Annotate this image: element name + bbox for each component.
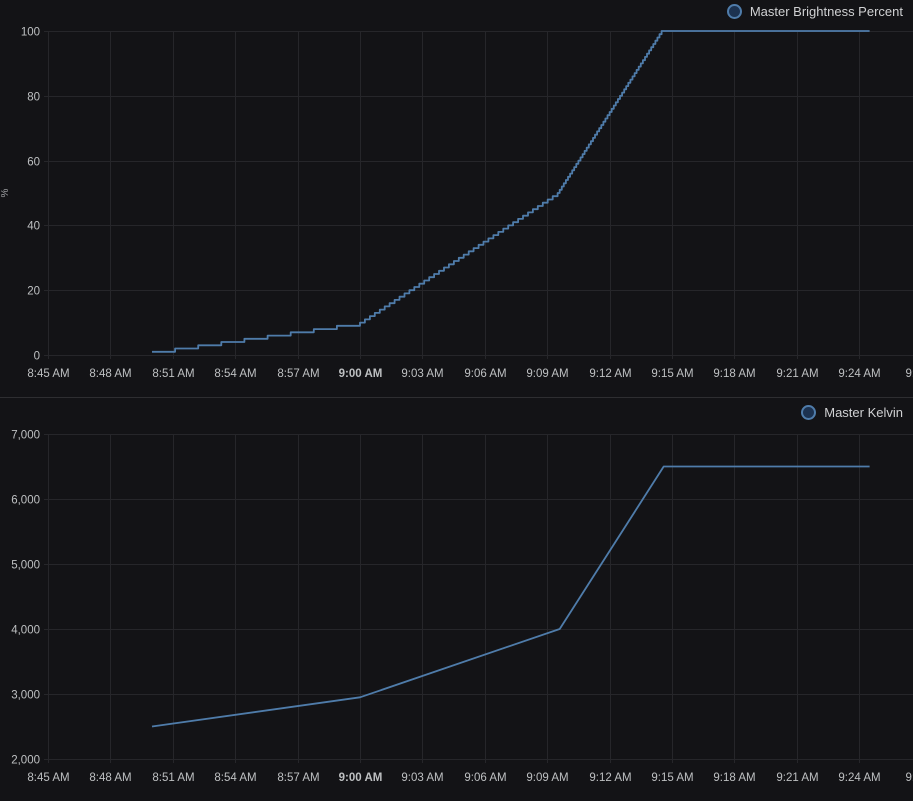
x-tick-label: 9:12 AM	[589, 368, 631, 380]
x-tick-label: 8:48 AM	[89, 368, 131, 380]
y-tick-label: 40	[27, 221, 40, 233]
x-tick-label: 9:00 AM	[339, 368, 383, 380]
x-tick-label: 9:21 AM	[776, 772, 818, 784]
x-tick-label: 9:09 AM	[526, 368, 568, 380]
y-tick-label: 4,000	[11, 625, 40, 637]
x-tick-label: 9:06 AM	[464, 772, 506, 784]
x-tick-label: 9:18 AM	[713, 368, 755, 380]
x-tick-label: 9:21 AM	[776, 368, 818, 380]
tick-labels: 2,000 3,000 4,000 5,000 6,000 7,000 8:45 AM 8:4…	[11, 430, 913, 785]
series-line	[152, 31, 870, 352]
kelvin-chart-section: Master Kelvin 2,000 3,000 4,000 5,000 6,000 7…	[0, 398, 913, 801]
y-tick-label: 6,000	[11, 495, 40, 507]
brightness-legend[interactable]: Master Brightness Percent	[0, 0, 913, 22]
x-tick-label: 9:09 AM	[526, 772, 568, 784]
x-tick-label: 8:45 AM	[27, 772, 69, 784]
gridlines	[44, 434, 913, 763]
y-tick-label: 3,000	[11, 690, 40, 702]
x-tick-label: 8:57 AM	[277, 368, 319, 380]
x-tick-label: 9:24 AM	[838, 368, 880, 380]
y-tick-label: 80	[27, 92, 40, 104]
y-axis-title: %	[0, 188, 11, 197]
x-tick-label: 9:18 AM	[713, 772, 755, 784]
x-tick-label: 8:45 AM	[27, 368, 69, 380]
x-tick-label: 9:03 AM	[401, 368, 443, 380]
x-tick-label: 9:	[906, 772, 913, 784]
x-tick-label: 8:54 AM	[214, 772, 256, 784]
x-tick-label: 8:54 AM	[214, 368, 256, 380]
y-tick-label: 5,000	[11, 560, 40, 572]
x-tick-label: 9:12 AM	[589, 772, 631, 784]
x-tick-label: 9:00 AM	[339, 772, 383, 784]
x-tick-label: 9:06 AM	[464, 368, 506, 380]
x-tick-label: 8:51 AM	[152, 368, 194, 380]
series-color-dot-icon	[801, 405, 816, 420]
x-tick-label: 9:	[906, 368, 913, 380]
x-tick-label: 9:15 AM	[651, 772, 693, 784]
brightness-plot[interactable]: 0 20 40 60 80 100 8:45 AM 8:48 AM 8:51 AM 8:54 AM…	[0, 22, 913, 386]
x-tick-label: 8:51 AM	[152, 772, 194, 784]
brightness-chart-section: Master Brightness Percent 0 20 40 60 80 100 8:…	[0, 0, 913, 386]
x-tick-label: 8:57 AM	[277, 772, 319, 784]
y-tick-label: 2,000	[11, 755, 40, 767]
kelvin-legend-label: Master Kelvin	[824, 406, 903, 419]
x-tick-label: 9:03 AM	[401, 772, 443, 784]
brightness-legend-label: Master Brightness Percent	[750, 5, 903, 18]
series-line	[152, 467, 870, 727]
history-charts-panel: Master Brightness Percent 0 20 40 60 80 100 8:…	[0, 0, 913, 801]
x-tick-label: 9:24 AM	[838, 772, 880, 784]
x-tick-label: 9:15 AM	[651, 368, 693, 380]
kelvin-plot[interactable]: 2,000 3,000 4,000 5,000 6,000 7,000 8:45 AM 8:4…	[0, 426, 913, 801]
y-tick-label: 100	[21, 27, 40, 39]
y-tick-label: 0	[34, 351, 40, 363]
kelvin-legend[interactable]: Master Kelvin	[0, 398, 913, 426]
gridlines	[44, 31, 913, 359]
x-tick-label: 8:48 AM	[89, 772, 131, 784]
y-tick-label: 60	[27, 157, 40, 169]
tick-labels: 0 20 40 60 80 100 8:45 AM 8:48 AM 8:51 AM 8:54 AM…	[21, 27, 913, 381]
y-tick-label: 7,000	[11, 430, 40, 442]
series-color-dot-icon	[727, 4, 742, 19]
y-tick-label: 20	[27, 286, 40, 298]
